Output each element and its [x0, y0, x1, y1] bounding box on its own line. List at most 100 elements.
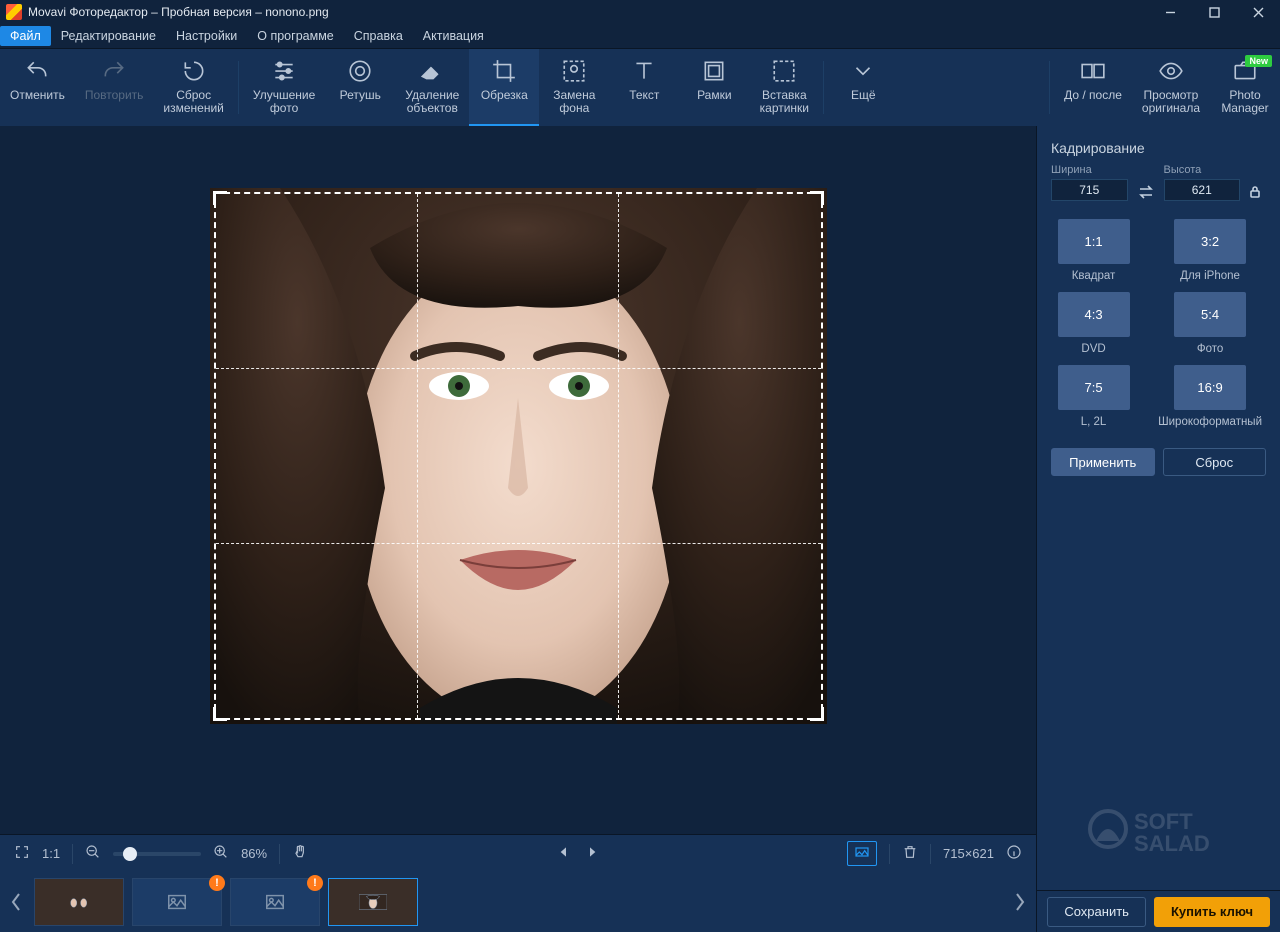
- menu-activation[interactable]: Активация: [413, 26, 494, 46]
- ratio-box: 4:3: [1058, 292, 1130, 337]
- menu-edit[interactable]: Редактирование: [51, 26, 166, 46]
- actual-size-button[interactable]: 1:1: [42, 846, 60, 861]
- ratio-label: Широкоформатный: [1158, 416, 1262, 428]
- ratio-box: 3:2: [1174, 219, 1246, 264]
- retouch-button[interactable]: Ретушь: [325, 49, 395, 126]
- main-toolbar: Отменить Повторить Сброс изменений Улучш…: [0, 48, 1280, 126]
- menu-about[interactable]: О программе: [247, 26, 343, 46]
- zoom-slider[interactable]: [113, 852, 201, 856]
- width-label: Ширина: [1051, 164, 1128, 176]
- app-window: Movavi Фоторедактор – Пробная версия – n…: [0, 0, 1280, 932]
- ratio-label: Квадрат: [1072, 270, 1116, 282]
- before-after-button[interactable]: До / после: [1054, 49, 1132, 126]
- compare-icon: [1080, 57, 1106, 85]
- swap-dimensions-button[interactable]: [1136, 185, 1156, 201]
- save-button[interactable]: Сохранить: [1047, 897, 1146, 927]
- apply-crop-button[interactable]: Применить: [1051, 448, 1155, 476]
- redo-icon: [101, 57, 127, 85]
- thumbnail-2[interactable]: !: [132, 878, 222, 926]
- background-icon: [561, 57, 587, 85]
- app-logo-icon: [6, 4, 22, 20]
- canvas-status-bar: 1:1 86% 715×621: [0, 834, 1036, 872]
- crop-panel: Кадрирование Ширина 715 Высота 621 1:1 Кв…: [1036, 126, 1280, 932]
- photo-canvas[interactable]: [210, 188, 827, 724]
- height-label: Высота: [1164, 164, 1241, 176]
- ratio-label: Фото: [1197, 343, 1223, 355]
- maximize-button[interactable]: [1192, 0, 1236, 24]
- crop-button[interactable]: Обрезка: [469, 49, 539, 126]
- aspect-ratio-3-2[interactable]: 3:2 Для iPhone: [1158, 219, 1262, 282]
- aspect-ratio-4-3[interactable]: 4:3 DVD: [1055, 292, 1132, 355]
- redo-button[interactable]: Повторить: [75, 49, 154, 126]
- fullscreen-button[interactable]: [14, 844, 30, 863]
- more-tools-button[interactable]: Ещё: [828, 49, 898, 126]
- menu-file[interactable]: Файл: [0, 26, 51, 46]
- buy-key-button[interactable]: Купить ключ: [1154, 897, 1270, 927]
- menu-bar: Файл Редактирование Настройки О программ…: [0, 24, 1280, 48]
- next-image-button[interactable]: [584, 844, 600, 863]
- filmstrip: ! !: [0, 872, 1036, 932]
- frame-icon: [701, 57, 727, 85]
- view-original-button[interactable]: Просмотр оригинала: [1132, 49, 1210, 126]
- fit-to-screen-button[interactable]: [847, 841, 877, 866]
- warning-badge-icon: !: [209, 875, 225, 891]
- delete-button[interactable]: [902, 844, 918, 863]
- chevron-down-icon: [850, 57, 876, 85]
- reset-crop-button[interactable]: Сброс: [1163, 448, 1267, 476]
- eye-icon: [1158, 57, 1184, 85]
- ratio-box: 16:9: [1174, 365, 1246, 410]
- frames-button[interactable]: Рамки: [679, 49, 749, 126]
- zoom-percent: 86%: [241, 846, 267, 861]
- thumbnail-4[interactable]: [328, 878, 418, 926]
- eraser-icon: [419, 57, 445, 85]
- undo-icon: [24, 57, 50, 85]
- close-button[interactable]: [1236, 0, 1280, 24]
- crop-panel-title: Кадрирование: [1037, 126, 1280, 164]
- crop-handle-bottom-left[interactable]: [213, 707, 227, 721]
- enhance-button[interactable]: Улучшение фото: [243, 49, 325, 126]
- menu-settings[interactable]: Настройки: [166, 26, 247, 46]
- aspect-ratio-16-9[interactable]: 16:9 Широкоформатный: [1158, 365, 1262, 428]
- height-input[interactable]: 621: [1164, 179, 1241, 201]
- image-dimensions: 715×621: [943, 846, 994, 861]
- window-title: Movavi Фоторедактор – Пробная версия – n…: [28, 5, 1148, 19]
- insert-image-button[interactable]: Вставка картинки: [749, 49, 819, 126]
- crop-icon: [491, 57, 517, 85]
- minimize-button[interactable]: [1148, 0, 1192, 24]
- ratio-label: Для iPhone: [1180, 270, 1240, 282]
- aspect-ratio-1-1[interactable]: 1:1 Квадрат: [1055, 219, 1132, 282]
- pan-tool-button[interactable]: [292, 844, 308, 863]
- crop-handle-bottom-right[interactable]: [810, 707, 824, 721]
- menu-help[interactable]: Справка: [344, 26, 413, 46]
- insert-image-icon: [771, 57, 797, 85]
- prev-image-button[interactable]: [556, 844, 572, 863]
- filmstrip-prev-button[interactable]: [6, 877, 26, 927]
- reset-icon: [181, 57, 207, 85]
- filmstrip-next-button[interactable]: [1010, 877, 1030, 927]
- width-input[interactable]: 715: [1051, 179, 1128, 201]
- info-button[interactable]: [1006, 844, 1022, 863]
- crop-handle-top-right[interactable]: [810, 191, 824, 205]
- new-badge: New: [1245, 55, 1272, 67]
- zoom-out-button[interactable]: [85, 844, 101, 863]
- retouch-icon: [347, 57, 373, 85]
- photo-manager-button[interactable]: NewPhoto Manager: [1210, 49, 1280, 126]
- object-removal-button[interactable]: Удаление объектов: [395, 49, 469, 126]
- crop-selection[interactable]: [214, 192, 823, 720]
- thumbnail-3[interactable]: !: [230, 878, 320, 926]
- ratio-label: L, 2L: [1081, 416, 1107, 428]
- lock-aspect-button[interactable]: [1248, 185, 1266, 201]
- ratio-box: 1:1: [1058, 219, 1130, 264]
- background-swap-button[interactable]: Замена фона: [539, 49, 609, 126]
- crop-handle-top-left[interactable]: [213, 191, 227, 205]
- canvas-area[interactable]: [0, 126, 1036, 834]
- undo-button[interactable]: Отменить: [0, 49, 75, 126]
- thumbnail-1[interactable]: [34, 878, 124, 926]
- zoom-in-button[interactable]: [213, 844, 229, 863]
- aspect-ratio-5-4[interactable]: 5:4Фото: [1158, 292, 1262, 355]
- text-button[interactable]: Текст: [609, 49, 679, 126]
- aspect-ratio-7-5[interactable]: 7:5L, 2L: [1055, 365, 1132, 428]
- warning-badge-icon: !: [307, 875, 323, 891]
- reset-changes-button[interactable]: Сброс изменений: [153, 49, 233, 126]
- ratio-label: DVD: [1081, 343, 1105, 355]
